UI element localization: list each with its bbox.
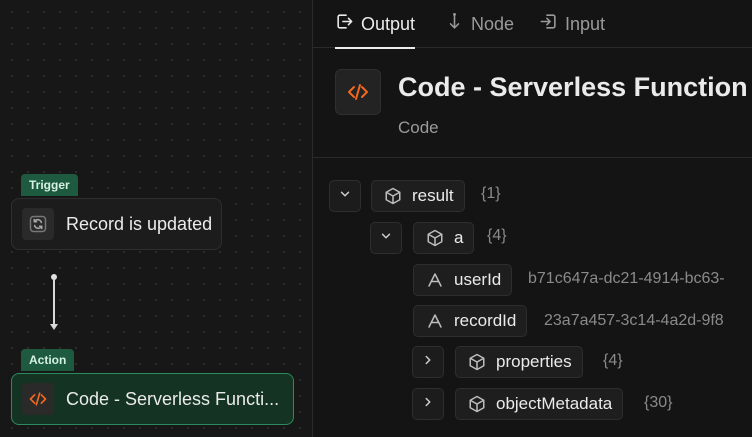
tree-key-result[interactable]: result bbox=[371, 180, 465, 212]
tree-key-a[interactable]: a bbox=[413, 222, 475, 254]
userid-value: b71c647a-dc21-4914-bc63- bbox=[528, 270, 725, 287]
refresh-icon bbox=[22, 208, 54, 240]
tab-input-label: Input bbox=[565, 13, 606, 34]
tree-key-properties[interactable]: properties bbox=[455, 346, 583, 378]
panel-tabs: Output Node Input bbox=[313, 0, 752, 49]
action-tag: Action bbox=[21, 349, 75, 371]
tree-key-a-label: a bbox=[454, 228, 464, 247]
tab-node-label: Node bbox=[471, 13, 515, 34]
panel-title[interactable]: Code - Serverless Function bbox=[398, 72, 748, 103]
action-node-label: Code - Serverless Functi... bbox=[66, 388, 280, 409]
tree-key-userid-label: userId bbox=[454, 270, 502, 289]
trigger-tag: Trigger bbox=[21, 174, 78, 196]
tree-key-recordid-label: recordId bbox=[454, 311, 517, 330]
cube-icon bbox=[384, 187, 402, 205]
a-count: {4} bbox=[487, 227, 507, 244]
text-type-icon bbox=[426, 271, 444, 289]
cube-icon bbox=[468, 395, 486, 413]
objectmetadata-count: {30} bbox=[644, 394, 673, 411]
cube-icon bbox=[468, 353, 486, 371]
tab-node[interactable]: Node bbox=[445, 0, 514, 48]
tree-key-objectmetadata[interactable]: objectMetadata bbox=[455, 388, 624, 420]
chevron-down-icon bbox=[379, 229, 393, 248]
arrow-down-icon bbox=[445, 12, 464, 36]
output-icon bbox=[335, 12, 354, 36]
trigger-node-label: Record is updated bbox=[66, 213, 213, 234]
collapse-result-button[interactable] bbox=[329, 180, 361, 212]
panel-subtitle: Code bbox=[398, 118, 439, 137]
tree-key-userid[interactable]: userId bbox=[413, 264, 513, 296]
input-icon bbox=[539, 12, 558, 36]
tab-output[interactable]: Output bbox=[335, 0, 416, 49]
text-type-icon bbox=[426, 312, 444, 330]
tree-key-objectmetadata-label: objectMetadata bbox=[496, 394, 613, 413]
tree-key-recordid[interactable]: recordId bbox=[413, 305, 528, 337]
edge-line bbox=[53, 278, 55, 324]
code-icon bbox=[335, 69, 381, 115]
chevron-down-icon bbox=[338, 187, 352, 206]
recordid-value: 23a7a457-3c14-4a2d-9f8 bbox=[544, 312, 724, 329]
action-node[interactable]: Code - Serverless Functi... bbox=[11, 373, 294, 425]
collapse-a-button[interactable] bbox=[370, 222, 402, 254]
code-icon bbox=[22, 383, 54, 415]
chevron-right-icon bbox=[421, 395, 435, 414]
workflow-canvas[interactable]: Trigger Record is updated Action Code - … bbox=[0, 0, 312, 437]
cube-icon bbox=[426, 229, 444, 247]
expand-objectmetadata-button[interactable] bbox=[412, 388, 444, 420]
edge-arrow bbox=[50, 324, 58, 330]
tree-key-result-label: result bbox=[412, 186, 454, 205]
panel-header: Code - Serverless Function Code bbox=[313, 48, 752, 158]
tree-key-properties-label: properties bbox=[496, 352, 572, 371]
chevron-right-icon bbox=[421, 353, 435, 372]
side-panel: Output Node Input Code - Serverless Func… bbox=[312, 0, 752, 437]
properties-count: {4} bbox=[603, 352, 623, 369]
tab-input[interactable]: Input bbox=[539, 0, 605, 48]
result-count: {1} bbox=[481, 185, 501, 202]
tab-output-label: Output bbox=[361, 13, 416, 34]
expand-properties-button[interactable] bbox=[412, 346, 444, 378]
trigger-node[interactable]: Record is updated bbox=[11, 198, 222, 250]
